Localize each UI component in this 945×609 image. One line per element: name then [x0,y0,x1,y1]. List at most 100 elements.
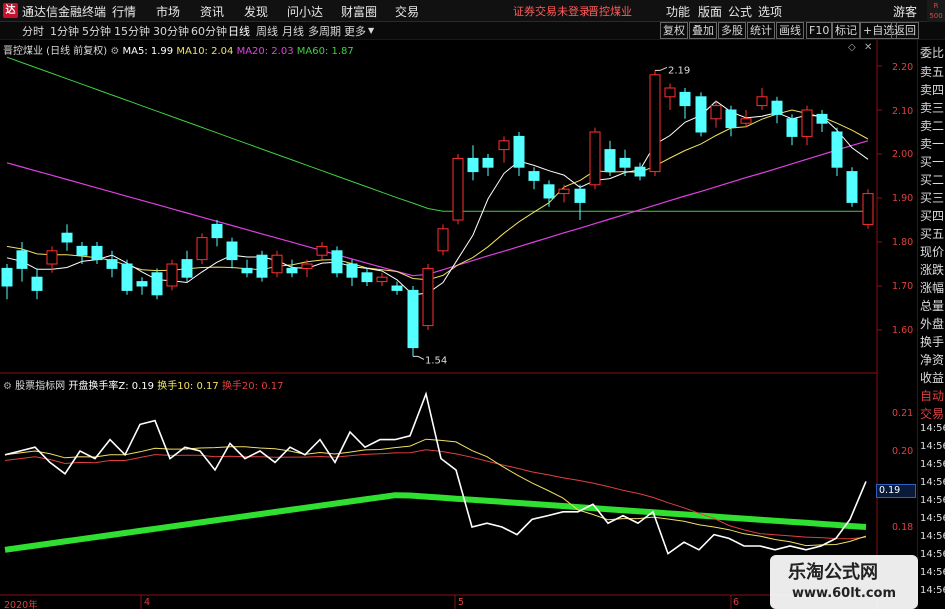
menu-shichang[interactable]: 市场 [156,3,180,20]
indicator-line2-label: 换手10: 0.17 [157,381,219,392]
candle-body [816,113,828,124]
menu-gongshi[interactable]: 公式 [728,3,752,20]
menu-gongneng[interactable]: 功能 [666,3,690,20]
candle-body [649,74,661,173]
candle-body [346,263,358,278]
candle-body [361,272,373,283]
candle-body [226,241,238,261]
period-more[interactable]: 更多 [344,23,366,39]
period-month[interactable]: 月线 [282,23,304,39]
side-item: 自动 [920,389,945,403]
menu-jiaoyi[interactable]: 交易 [395,3,419,20]
side-item: 14:56 [920,531,945,542]
btn-fuquan[interactable]: 复权 [660,22,688,39]
side-item: 卖二 [920,119,945,133]
menu-wenxiaoda[interactable]: 问小达 [287,3,323,20]
chart-canvas[interactable]: 2.19 1.54 [0,40,917,609]
period-day[interactable]: 日线 [228,23,250,39]
side-item: 买三 [920,191,945,205]
side-item: 14:56 [920,441,945,452]
stock-name-title: 晋控煤业 [588,5,632,18]
ma20-label: MA20: 2.03 [236,46,294,57]
indicator-line3-label: 换手20: 0.17 [221,381,284,392]
close-icon[interactable]: ✕ [864,42,872,53]
menu-faxian[interactable]: 发现 [244,3,268,20]
high-marker [655,66,668,71]
y-tick: 2.00 [892,149,914,160]
side-item: 卖五 [920,65,945,79]
side-item: 总量 [920,299,945,313]
btn-tongji[interactable]: 统计 [747,22,775,39]
settings-icon[interactable]: ⚙ [110,46,119,57]
x-tick: 2020年 [4,600,38,609]
side-item: 买一 [920,155,945,169]
period-1min[interactable]: 1分钟 [50,23,79,39]
period-fenshi[interactable]: 分时 [22,23,44,39]
side-item: 外盘 [920,317,945,331]
menu-caifuquan[interactable]: 财富圈 [341,3,377,20]
high-annotation: 2.19 [668,65,690,76]
side-item: 14:56 [920,549,945,560]
login-status[interactable]: 证券交易未登录 [513,3,590,19]
btn-fanhui[interactable]: 返回 [891,22,919,39]
watermark-url: www.60lt.com [792,586,897,601]
btn-biaoji[interactable]: 标记 [832,22,860,39]
app-title: 通达信金融终端 [22,5,107,19]
candle-body [241,267,253,274]
candle-body [196,237,208,261]
sub-y-tick: 0.21 [892,408,914,419]
btn-diejia[interactable]: 叠加 [689,22,717,39]
sub-panel-header: ⚙ 股票指标网 开盘换手率Z: 0.19 换手10: 0.17 换手20: 0.… [3,377,283,392]
side-item: 14:56 [920,495,945,506]
menu-xuanxiang[interactable]: 选项 [758,3,782,20]
candle-body [407,289,419,349]
candle-body [467,157,479,173]
quote-side-panel: 委比 卖五 卖四 卖三 卖二 卖一 买一 买二 买三 买四 买五 现价 涨跌 涨幅 总量 外盘 换手 净资 收益 自动… [917,40,945,609]
btn-f10[interactable]: F10 [806,22,833,39]
candle-body [46,250,58,265]
side-item: 买二 [920,173,945,187]
candle-body [695,96,707,133]
candle-body [16,250,28,269]
menu-zixun[interactable]: 资讯 [200,3,224,20]
candle-body [1,267,13,287]
candle-body [422,267,434,327]
main-panel-header: 晋控煤业 (日线 前复权) ⚙ MA5: 1.99 MA10: 2.04 MA2… [3,42,354,57]
ma5-line [6,100,869,296]
ma20-line [6,140,869,277]
menu-hangqing[interactable]: 行情 [112,3,136,20]
period-5min[interactable]: 5分钟 [82,23,111,39]
side-item: 交易 [920,407,945,421]
btn-duogu[interactable]: 多股 [718,22,746,39]
indicator-settings-icon[interactable]: ⚙ [3,381,12,392]
period-60min[interactable]: 60分钟 [191,23,227,39]
candle-body [301,263,313,269]
diamond-icon[interactable]: ◇ [848,42,856,53]
candle-body [256,254,268,278]
candle-body [679,91,691,107]
period-multi[interactable]: 多周期 [308,23,341,39]
guest-label[interactable]: 游客 [893,3,917,20]
stock-label: 晋控煤业 (日线 前复权) [3,46,108,57]
candle-body [710,105,722,120]
btn-huaxian[interactable]: 画线 [776,22,804,39]
side-item: 买四 [920,209,945,223]
ma5-label: MA5: 1.99 [122,46,174,57]
current-value-badge: 0.19 [876,484,916,498]
menu-banmian[interactable]: 版面 [698,3,722,20]
candle-body [376,276,388,283]
side-item: 收益 [920,371,945,385]
x-tick: 6 [733,597,740,608]
title-bar: 达 通达信金融终端 行情 市场 资讯 发现 问小达 财富圈 交易 证券交易未登录… [0,0,945,22]
side-item: 委比 [920,46,945,60]
indicator-line1-label: 开盘换手率Z: 0.19 [68,381,155,392]
candle-body [136,281,148,287]
chevron-down-icon[interactable]: ▼ [368,26,374,35]
candle-body [498,140,510,151]
period-30min[interactable]: 30分钟 [153,23,189,39]
period-15min[interactable]: 15分钟 [114,23,150,39]
side-item: 现价 [920,245,945,259]
period-week[interactable]: 周线 [256,23,278,39]
side-item: 买五 [920,227,945,241]
candle-body [831,131,843,168]
